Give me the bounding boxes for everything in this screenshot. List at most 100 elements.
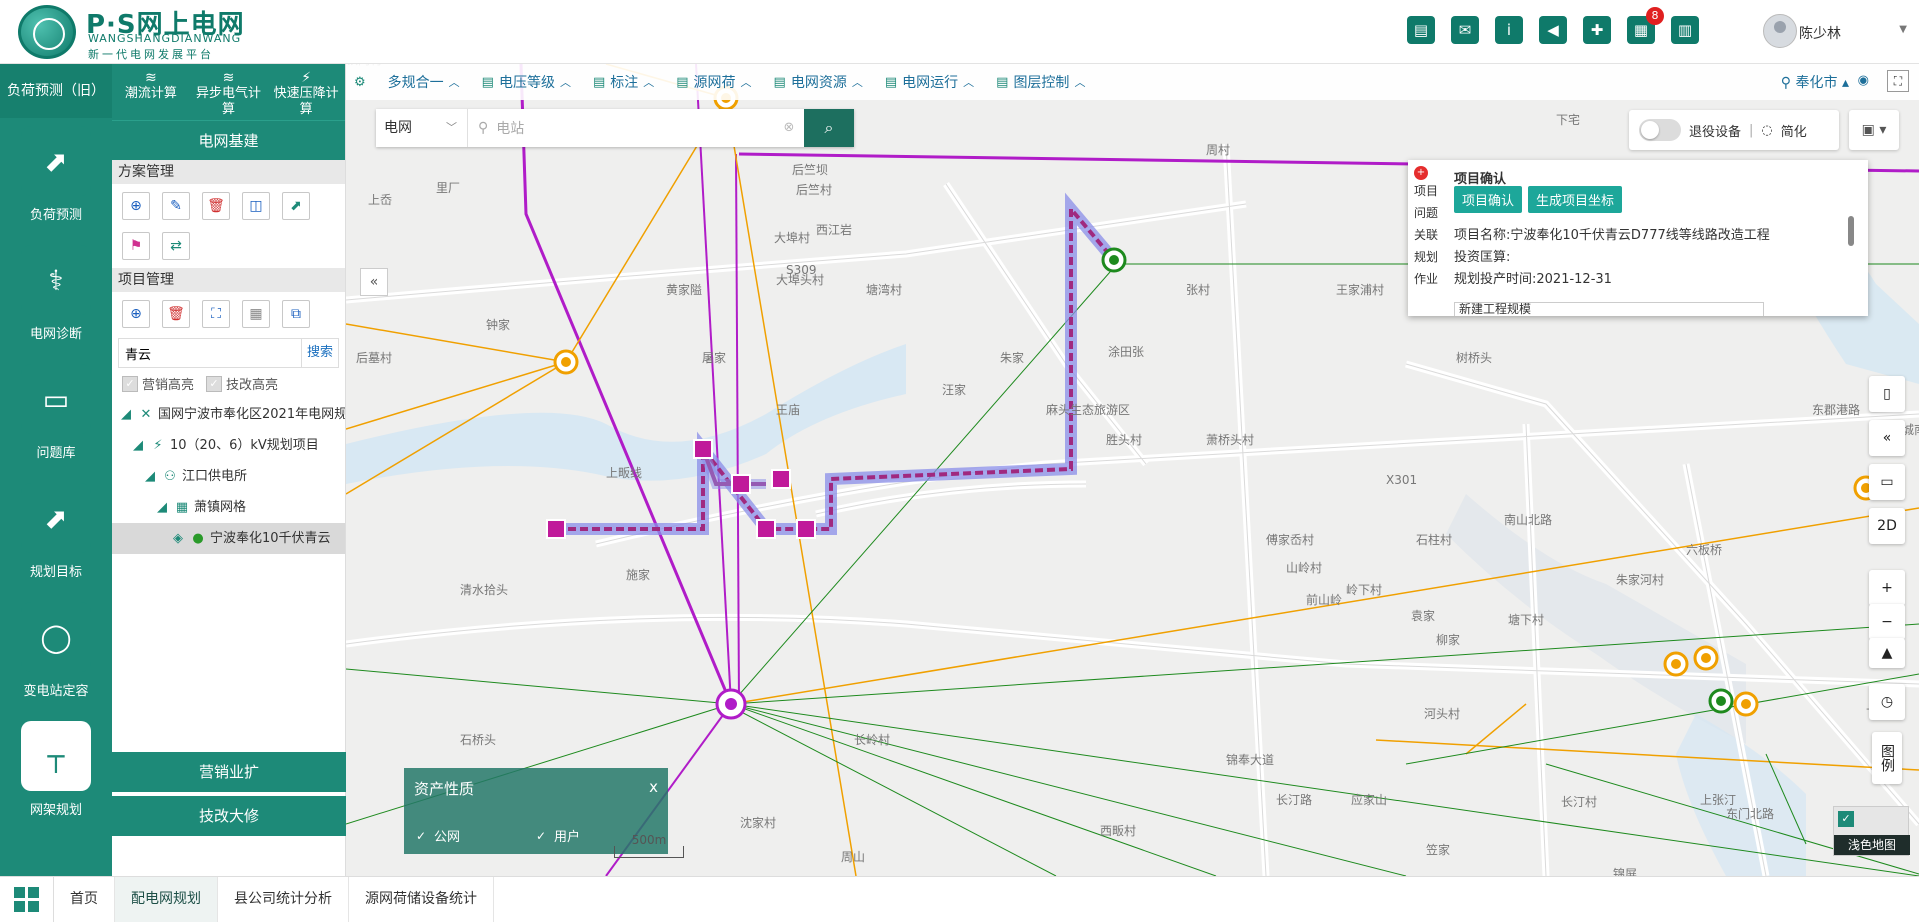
map-menu-item-3[interactable]: ▤ 源网荷 ︿ xyxy=(676,72,751,92)
notice-icon[interactable]: ▦ 8 xyxy=(1627,7,1664,44)
collapse-icon[interactable]: ◢ xyxy=(154,492,170,523)
compass-icon[interactable]: ▲ xyxy=(1869,638,1905,668)
search-type-select[interactable]: 电网 ﹀ xyxy=(376,109,468,147)
collapse-panel-icon[interactable]: « xyxy=(360,268,388,296)
view-mode-button[interactable]: 2D xyxy=(1869,508,1905,544)
chat-icon[interactable]: ✉ xyxy=(1451,16,1479,44)
substation-core xyxy=(1671,659,1681,669)
tree-node-station[interactable]: ◢ ⚇ 江口供电所 xyxy=(112,461,345,492)
edit-plan-button[interactable]: ✎ xyxy=(162,192,190,220)
nav-item-load-forecast-old[interactable]: 负荷预测（旧） xyxy=(0,64,112,118)
basemap-switcher[interactable]: ✓ 浅色地图 xyxy=(1833,806,1910,856)
marketing-highlight-checkbox[interactable]: ✓ 营销高亮 xyxy=(122,374,194,393)
simplify-label[interactable]: 简化 xyxy=(1781,121,1807,140)
map-menu-item-4[interactable]: ▤ 电网资源 ︿ xyxy=(774,72,863,92)
popup-side-tab[interactable]: 项目 xyxy=(1408,182,1444,204)
add-project-button[interactable]: ⊕ xyxy=(122,300,150,328)
map-canvas[interactable]: 陈郎塘村后竺坝周村下宅上岙里厂后竺村西江岩大埠村S309大埠头村塘湾村张村王家浦… xyxy=(346,64,1919,876)
map-menu-item-6[interactable]: ▤ 图层控制 ︿ xyxy=(996,72,1085,92)
eye-icon[interactable]: ◉ xyxy=(1858,73,1869,88)
retire-toggle[interactable] xyxy=(1639,119,1681,141)
document-icon[interactable]: ▤ xyxy=(1407,16,1435,44)
clipboard-icon[interactable]: ▥ xyxy=(1671,16,1699,44)
map-menu-item-1[interactable]: ▤ 电压等级 ︿ xyxy=(482,72,571,92)
tech-highlight-checkbox[interactable]: ✓ 技改高亮 xyxy=(206,374,278,393)
speaker-icon[interactable]: ◀ xyxy=(1539,16,1567,44)
settings-icon[interactable]: ⚙ xyxy=(354,75,366,90)
popup-side-tab[interactable]: 问题 xyxy=(1408,204,1444,226)
simplify-icon[interactable]: ◌ xyxy=(1761,123,1772,138)
collapse-icon[interactable]: ◢ xyxy=(118,399,134,430)
popup-side-tab[interactable]: 规划 xyxy=(1408,248,1444,270)
place-label: 朱家河村 xyxy=(1616,572,1664,587)
org-tree-button[interactable]: ⚑ xyxy=(122,232,150,260)
popup-side-tab[interactable]: 关联 xyxy=(1408,226,1444,248)
add-plan-button[interactable]: ⊕ xyxy=(122,192,150,220)
measure-icon[interactable]: ▭ xyxy=(1869,464,1905,500)
map-menu-label: 多规合一 xyxy=(387,75,444,91)
panel-title[interactable]: 电网基建 xyxy=(112,120,345,160)
tree-node-voltage[interactable]: ◢ ⚡ 10（20、6）kV规划项目 xyxy=(112,430,345,461)
delete-plan-button[interactable]: 🗑 xyxy=(202,192,230,220)
toolbox-dropdown[interactable]: ▣ ▾ xyxy=(1849,110,1899,150)
transfer-button[interactable]: ⇄ xyxy=(162,232,190,260)
phone-view-icon[interactable]: ▯ xyxy=(1869,376,1905,412)
user-name[interactable]: 陈少林 xyxy=(1799,23,1841,43)
zoom-in-icon[interactable]: + xyxy=(1869,570,1905,606)
copy-project-button[interactable]: ⧉ xyxy=(282,300,310,328)
tree-node-district[interactable]: ◢ ✕ 国网宁波市奉化区2021年电网规划 xyxy=(112,399,345,430)
clock-icon[interactable]: ◷ xyxy=(1869,684,1905,720)
map-menu-item-5[interactable]: ▤ 电网运行 ︿ xyxy=(885,72,974,92)
fullscreen-icon[interactable]: ⛶ xyxy=(1887,70,1909,92)
bottom-tab-1[interactable]: 配电网规划 xyxy=(115,876,218,922)
delete-project-button[interactable]: 🗑 xyxy=(162,300,190,328)
nav-item-3[interactable]: ⬈ 规划目标 xyxy=(0,475,112,594)
search-icon[interactable]: ⌕ xyxy=(804,109,854,147)
plan-chart-button[interactable]: ⬈ xyxy=(282,192,310,220)
map-menu-item-2[interactable]: ▤ 标注 ︿ xyxy=(593,72,654,92)
expand-panel-icon[interactable]: « xyxy=(1869,420,1905,456)
clear-icon[interactable]: ⊗ xyxy=(774,109,804,147)
collapse-icon[interactable]: ◢ xyxy=(130,430,146,461)
station-search-input[interactable]: ⚲ 电站 xyxy=(468,109,774,147)
popup-side-tab[interactable]: + xyxy=(1408,160,1444,182)
app-grid-icon[interactable] xyxy=(0,876,54,922)
nav-item-1[interactable]: ⚕ 电网诊断 xyxy=(0,237,112,356)
popup-scrollbar[interactable] xyxy=(1848,216,1854,246)
nav-item-5[interactable]: ┬ 网架规划 xyxy=(0,713,112,832)
bottom-tab-0[interactable]: 首页 xyxy=(54,876,115,922)
bottom-tab-2[interactable]: 县公司统计分析 xyxy=(218,876,349,922)
locate-project-button[interactable]: ⛶ xyxy=(202,300,230,328)
info-icon[interactable]: i xyxy=(1495,16,1523,44)
avatar[interactable] xyxy=(1763,14,1797,48)
marketing-section-button[interactable]: 营销业扩 xyxy=(112,752,346,792)
user-menu-caret-icon[interactable]: ▼ xyxy=(1899,24,1907,35)
location-selector[interactable]: ⚲ 奉化市 ▴ xyxy=(1781,72,1849,92)
bottom-tab-3[interactable]: 源网荷储设备统计 xyxy=(349,876,494,922)
puzzle-icon[interactable]: ✚ xyxy=(1583,16,1611,44)
nav-item-0[interactable]: ⬈ 负荷预测 xyxy=(0,118,112,237)
grid-view-button[interactable]: ▦ xyxy=(242,300,270,328)
tab-power-flow[interactable]: ≋ 潮流计算 xyxy=(112,64,190,120)
legend-public-toggle[interactable]: ✓ 公网 xyxy=(414,826,460,846)
legend-user-toggle[interactable]: ✓ 用户 xyxy=(534,826,580,846)
compare-plan-button[interactable]: ◫ xyxy=(242,192,270,220)
tab-async-calc[interactable]: ≋ 异步电气计算 xyxy=(190,64,268,120)
nav-item-4[interactable]: ◯ 变电站定容 xyxy=(0,594,112,713)
tab-voltage-drop[interactable]: ⚡ 快速压降计算 xyxy=(267,64,345,120)
generate-coordinates-button[interactable]: 生成项目坐标 xyxy=(1528,186,1623,213)
tree-node-project[interactable]: ◈ ● 宁波奉化10千伏青云 xyxy=(112,523,345,554)
tech-section-button[interactable]: 技改大修 xyxy=(112,796,346,836)
confirm-project-button[interactable]: 项目确认 xyxy=(1454,186,1523,213)
nav-item-2[interactable]: ▭ 问题库 xyxy=(0,356,112,475)
zoom-out-icon[interactable]: − xyxy=(1869,604,1905,640)
map-menu-item-0[interactable]: 多规合一 ︿ xyxy=(388,72,460,92)
legend-button[interactable]: 图例 xyxy=(1872,732,1902,784)
tree-node-grid[interactable]: ◢ ▦ 萧镇网格 xyxy=(112,492,345,523)
project-search-input[interactable] xyxy=(119,339,301,367)
check-icon: ✓ xyxy=(122,375,138,392)
search-button[interactable]: 搜索 xyxy=(301,339,338,367)
popup-side-tab[interactable]: 作业 xyxy=(1408,270,1444,292)
close-icon[interactable]: x xyxy=(649,778,658,796)
collapse-icon[interactable]: ◢ xyxy=(142,461,158,492)
